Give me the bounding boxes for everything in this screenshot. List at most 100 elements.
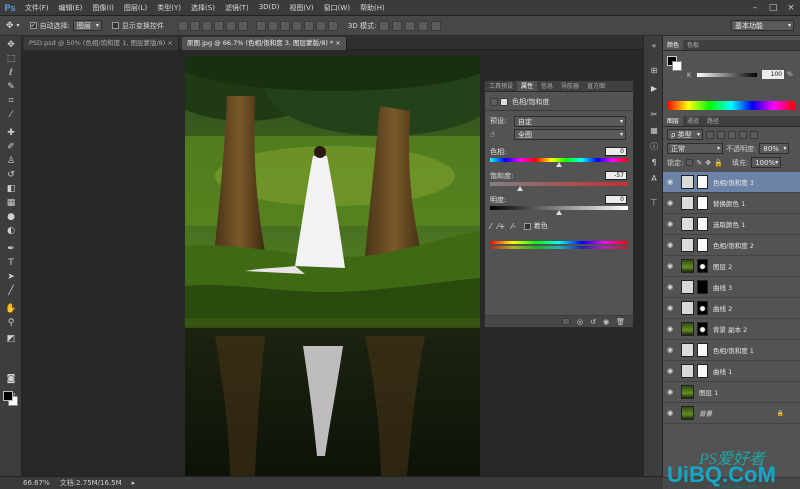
menu-item[interactable]: 帮助(H): [355, 3, 390, 13]
reset-icon[interactable]: ↺: [590, 318, 596, 326]
align-hcenter-icon[interactable]: [225, 20, 236, 31]
paragraph-icon[interactable]: ¶: [649, 158, 659, 168]
history-brush-tool-icon[interactable]: ↺: [4, 170, 18, 181]
tab-paths[interactable]: 路径: [703, 116, 723, 126]
document-photo[interactable]: [185, 56, 480, 476]
layer-row[interactable]: ◉ 替换颜色 1: [663, 193, 800, 214]
close-button[interactable]: ×: [782, 0, 800, 16]
opacity-input[interactable]: 80%: [759, 143, 790, 154]
distribute-right-icon[interactable]: [315, 20, 326, 31]
saturation-slider[interactable]: [490, 182, 628, 186]
path-select-tool-icon[interactable]: ➤: [4, 272, 18, 283]
distribute-bottom-icon[interactable]: [279, 20, 290, 31]
slide-3d-icon[interactable]: [418, 20, 429, 31]
align-right-icon[interactable]: [237, 20, 248, 31]
restore-button[interactable]: □: [764, 0, 782, 16]
move-tool-preset[interactable]: ✥ ▾: [6, 21, 20, 31]
lock-all-icon[interactable]: 🔒: [714, 159, 723, 167]
layer-kind-filter[interactable]: ρ 类型: [667, 129, 703, 140]
layer-row[interactable]: ◉ 色相/饱和度 2: [663, 235, 800, 256]
layer-visibility-icon[interactable]: ◉: [663, 241, 677, 249]
saturation-input[interactable]: -57: [605, 171, 627, 180]
tools-icon[interactable]: ✂: [649, 110, 659, 120]
menu-item[interactable]: 图层(L): [119, 3, 152, 13]
lock-paint-icon[interactable]: ✎: [696, 159, 702, 167]
tab-navigator[interactable]: 导航器: [557, 81, 583, 91]
layer-visibility-icon[interactable]: ◉: [663, 199, 677, 207]
align-bottom-icon[interactable]: [201, 20, 212, 31]
layer-visibility-icon[interactable]: ◉: [663, 262, 677, 270]
history-icon[interactable]: ⊞: [649, 66, 659, 76]
tab-swatches[interactable]: 色板: [683, 40, 703, 50]
brush-tool-icon[interactable]: ✐: [4, 142, 18, 153]
roll-3d-icon[interactable]: [392, 20, 403, 31]
menu-item[interactable]: 编辑(E): [54, 3, 88, 13]
layer-row[interactable]: ◉ 色相/饱和度 3: [663, 172, 800, 193]
layer-row[interactable]: ◉ 图层 2: [663, 256, 800, 277]
quick-select-tool-icon[interactable]: ✎: [4, 82, 18, 93]
layer-row[interactable]: ◉ 图层 1: [663, 382, 800, 403]
layer-visibility-icon[interactable]: ◉: [663, 178, 677, 186]
clone-stamp-tool-icon[interactable]: ♙: [4, 156, 18, 167]
zoom-tool-icon[interactable]: ⚲: [4, 318, 18, 329]
menu-item[interactable]: 窗口(W): [319, 3, 355, 13]
align-left-icon[interactable]: [213, 20, 224, 31]
filter-shape-icon[interactable]: [739, 130, 747, 139]
layer-visibility-icon[interactable]: ◉: [663, 325, 677, 333]
layer-row[interactable]: ◉ 背景 副本 2: [663, 319, 800, 340]
auto-select-dropdown[interactable]: 图层: [72, 20, 102, 31]
brush-panel-icon[interactable]: ▦: [649, 126, 659, 136]
adjust-icon[interactable]: ⊤: [649, 198, 659, 208]
visibility-icon[interactable]: ◉: [603, 318, 609, 326]
eyedropper-icon[interactable]: ⁄: [490, 222, 491, 231]
eyedropper-plus-icon[interactable]: ⁄+: [497, 222, 505, 231]
k-slider[interactable]: [697, 73, 757, 77]
pen-tool-icon[interactable]: ✒: [4, 244, 18, 255]
layer-visibility-icon[interactable]: ◉: [663, 283, 677, 291]
filter-type-icon[interactable]: [728, 130, 736, 139]
default-colors-icon[interactable]: ◩: [4, 334, 18, 345]
tab-tool-presets[interactable]: 工具预设: [485, 81, 517, 91]
layer-row[interactable]: ◉ 色相/饱和度 1: [663, 340, 800, 361]
view-previous-icon[interactable]: ◎: [577, 318, 583, 326]
layer-visibility-icon[interactable]: ◉: [663, 220, 677, 228]
rotate-3d-icon[interactable]: [379, 20, 390, 31]
move-tool-icon[interactable]: ✥: [4, 40, 18, 51]
healing-brush-tool-icon[interactable]: ✚: [4, 128, 18, 139]
preset-dropdown[interactable]: 自定: [514, 115, 626, 127]
distribute-left-icon[interactable]: [291, 20, 302, 31]
menu-item[interactable]: 文件(F): [20, 3, 54, 13]
drag-3d-icon[interactable]: [405, 20, 416, 31]
tab-color[interactable]: 颜色: [663, 40, 684, 50]
delete-icon[interactable]: 🗑: [616, 318, 625, 326]
status-menu-icon[interactable]: ▸: [132, 479, 136, 487]
mask-icon[interactable]: [500, 98, 508, 106]
layer-row[interactable]: ◉ 背景 🔒: [663, 403, 800, 424]
tab-properties[interactable]: 属性: [517, 81, 538, 91]
layer-row[interactable]: ◉ 曲线 3: [663, 277, 800, 298]
hand-tool-icon[interactable]: ✋: [4, 304, 18, 315]
hue-input[interactable]: 0: [605, 147, 627, 156]
blur-tool-icon[interactable]: ●: [4, 212, 18, 223]
align-vcenter-icon[interactable]: [189, 20, 200, 31]
character-icon[interactable]: A: [649, 174, 659, 184]
layer-visibility-icon[interactable]: ◉: [663, 367, 677, 375]
crop-tool-icon[interactable]: ⌗: [4, 96, 18, 107]
lock-move-icon[interactable]: ✥: [705, 159, 711, 167]
distribute-hcenter-icon[interactable]: [303, 20, 314, 31]
workspace-switcher[interactable]: 基本功能: [731, 20, 794, 31]
clip-to-layer-icon[interactable]: [562, 318, 571, 325]
layer-row[interactable]: ◉ 曲线 1: [663, 361, 800, 382]
colorize-checkbox[interactable]: [523, 222, 531, 230]
color-bg-swatch[interactable]: [672, 61, 682, 71]
foreground-color-swatch[interactable]: [3, 391, 13, 401]
menu-item[interactable]: 图像(I): [87, 3, 119, 13]
tab-psd[interactable]: PSD.psd @ 50% (色相/饱和度 1, 图层蒙版/8) ×: [24, 37, 179, 50]
auto-align-icon[interactable]: [327, 20, 338, 31]
layer-row[interactable]: ◉ 选取颜色 1: [663, 214, 800, 235]
blend-mode-dropdown[interactable]: 正常: [667, 143, 723, 154]
tab-layers[interactable]: 图层: [663, 116, 684, 126]
filter-pixel-icon[interactable]: [706, 130, 714, 139]
actions-icon[interactable]: ▶: [649, 84, 659, 94]
collapse-icon[interactable]: «: [649, 41, 659, 51]
